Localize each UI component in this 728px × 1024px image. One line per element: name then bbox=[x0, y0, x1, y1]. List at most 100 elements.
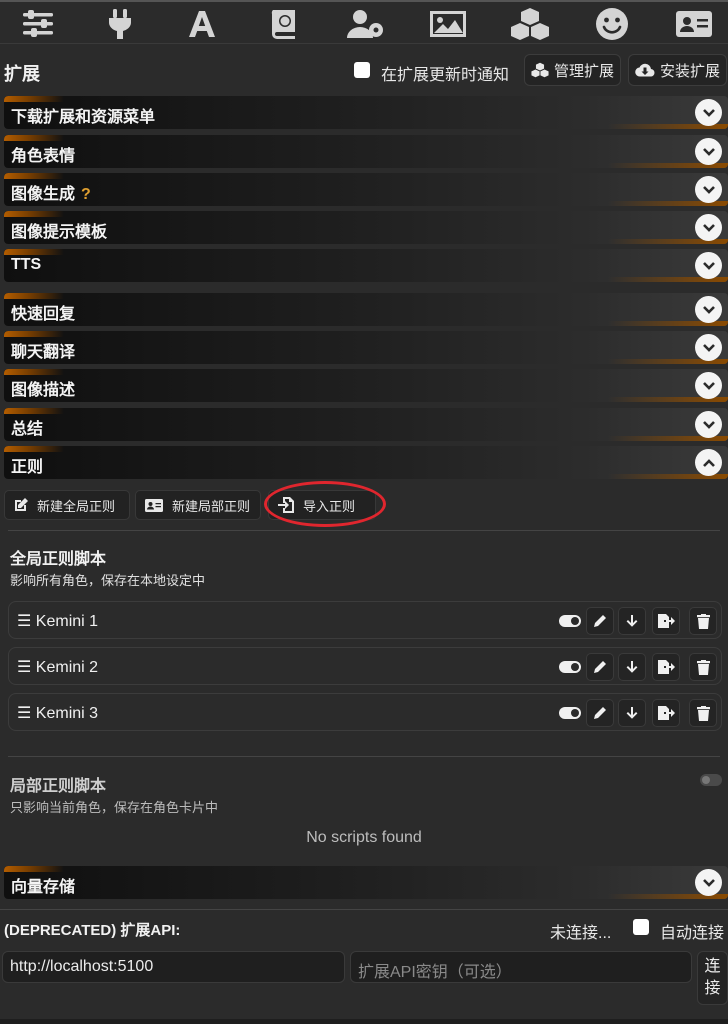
notify-label: 在扩展更新时通知 bbox=[381, 67, 510, 84]
file-export-icon[interactable] bbox=[652, 699, 680, 727]
plug-icon[interactable] bbox=[100, 6, 140, 42]
chevron-down-icon[interactable] bbox=[695, 99, 722, 126]
script-name-text: Kemini 2 bbox=[35, 659, 99, 676]
page-title: 扩展 bbox=[4, 64, 40, 84]
font-icon[interactable] bbox=[182, 6, 222, 42]
regex-script-row[interactable]: ☰ Kemini 2 bbox=[8, 647, 722, 685]
book-atlas-icon[interactable] bbox=[264, 6, 304, 42]
install-extension-label: 安装扩展 bbox=[660, 62, 721, 80]
chevron-down-icon[interactable] bbox=[695, 869, 722, 896]
install-extension-button[interactable]: 安装扩展 bbox=[628, 54, 728, 86]
drawer-image-generation[interactable]: 图像生成? bbox=[4, 173, 728, 206]
script-name-text: Kemini 1 bbox=[35, 613, 99, 630]
drawer-label: 正则 bbox=[11, 459, 44, 476]
trash-icon[interactable] bbox=[689, 607, 717, 635]
drawer-summarize[interactable]: 总结 bbox=[4, 408, 728, 441]
chevron-down-icon[interactable] bbox=[695, 252, 722, 279]
arrow-down-icon[interactable] bbox=[618, 653, 646, 681]
regex-script-row[interactable]: ☰ Kemini 3 bbox=[8, 693, 722, 731]
drawer-label: TTS bbox=[11, 256, 42, 273]
edit-icon[interactable] bbox=[586, 607, 614, 635]
local-regex-subtitle: 只影响当前角色，保存在角色卡片中 bbox=[10, 800, 219, 815]
top-navigation-bar bbox=[0, 0, 728, 44]
drawer-vector-storage[interactable]: 向量存储 bbox=[4, 866, 728, 899]
bottom-edge bbox=[0, 1019, 728, 1024]
drawer-label: 下载扩展和资源菜单 bbox=[11, 109, 156, 126]
divider bbox=[0, 909, 728, 910]
cubes-icon[interactable] bbox=[510, 6, 550, 42]
manage-extensions-button[interactable]: 管理扩展 bbox=[524, 54, 622, 86]
script-enable-toggle[interactable] bbox=[559, 615, 581, 627]
chevron-down-icon[interactable] bbox=[695, 138, 722, 165]
connect-label-line1: 连 bbox=[704, 958, 721, 975]
drawer-tts[interactable]: TTS bbox=[4, 249, 728, 282]
script-enable-toggle[interactable] bbox=[559, 707, 581, 719]
script-name: ☰ Kemini 1 bbox=[17, 613, 99, 630]
script-enable-toggle[interactable] bbox=[559, 661, 581, 673]
drawer-quick-reply[interactable]: 快速回复 bbox=[4, 293, 728, 326]
chevron-down-icon[interactable] bbox=[695, 214, 722, 241]
face-smile-icon[interactable] bbox=[592, 6, 632, 42]
notify-checkbox[interactable] bbox=[354, 62, 370, 78]
auto-connect-checkbox[interactable] bbox=[633, 919, 649, 935]
local-regex-toggle[interactable] bbox=[700, 774, 722, 786]
divider bbox=[8, 756, 720, 757]
arrow-down-icon[interactable] bbox=[618, 699, 646, 727]
address-card-icon bbox=[145, 498, 163, 512]
user-gear-icon[interactable] bbox=[346, 6, 386, 42]
new-global-regex-button[interactable]: 新建全局正则 bbox=[4, 490, 130, 520]
auto-connect-label: 自动连接 bbox=[660, 925, 725, 942]
drawer-label: 图像描述 bbox=[11, 382, 76, 399]
cloud-download-icon bbox=[635, 63, 655, 77]
drawer-label: 图像提示模板 bbox=[11, 224, 108, 241]
connect-label-line2: 接 bbox=[704, 980, 721, 997]
drawer-regex[interactable]: 正则 bbox=[4, 446, 728, 479]
script-name-text: Kemini 3 bbox=[35, 705, 99, 722]
address-card-icon[interactable] bbox=[674, 6, 714, 42]
file-export-icon[interactable] bbox=[652, 653, 680, 681]
image-icon[interactable] bbox=[428, 6, 468, 42]
chevron-down-icon[interactable] bbox=[695, 176, 722, 203]
chevron-down-icon[interactable] bbox=[695, 334, 722, 361]
script-name: ☰ Kemini 2 bbox=[17, 659, 99, 676]
drawer-image-captioning[interactable]: 图像描述 bbox=[4, 369, 728, 402]
drawer-image-prompt-templates[interactable]: 图像提示模板 bbox=[4, 211, 728, 244]
drawer-download-extensions[interactable]: 下载扩展和资源菜单 bbox=[4, 96, 728, 129]
drawer-label: 快速回复 bbox=[11, 306, 76, 323]
extensions-api-title: (DEPRECATED) 扩展API: bbox=[4, 922, 181, 939]
cubes-icon bbox=[531, 62, 549, 78]
api-key-input[interactable]: 扩展API密钥（可选） bbox=[350, 951, 692, 983]
drawer-label: 总结 bbox=[11, 421, 44, 438]
trash-icon[interactable] bbox=[689, 653, 717, 681]
file-export-icon[interactable] bbox=[652, 607, 680, 635]
chevron-up-icon[interactable] bbox=[695, 449, 722, 476]
regex-script-row[interactable]: ☰ Kemini 1 bbox=[8, 601, 722, 639]
drawer-character-expressions[interactable]: 角色表情 bbox=[4, 135, 728, 168]
arrow-down-icon[interactable] bbox=[618, 607, 646, 635]
connect-button[interactable]: 连 接 bbox=[697, 951, 728, 1005]
new-local-regex-label: 新建局部正则 bbox=[172, 498, 251, 514]
drawer-label: 角色表情 bbox=[11, 148, 76, 165]
new-local-regex-button[interactable]: 新建局部正则 bbox=[135, 490, 261, 520]
help-icon[interactable]: ? bbox=[81, 186, 91, 203]
new-global-regex-label: 新建全局正则 bbox=[37, 498, 116, 514]
api-connection-status: 未连接... bbox=[550, 925, 612, 942]
manage-extensions-label: 管理扩展 bbox=[554, 62, 615, 80]
trash-icon[interactable] bbox=[689, 699, 717, 727]
drawer-label: 聊天翻译 bbox=[11, 344, 76, 361]
api-url-input[interactable]: http://localhost:5100 bbox=[2, 951, 345, 983]
chevron-down-icon[interactable] bbox=[695, 296, 722, 323]
drawer-chat-translation[interactable]: 聊天翻译 bbox=[4, 331, 728, 364]
drawer-label: 向量存储 bbox=[11, 879, 76, 896]
global-regex-subtitle: 影响所有角色，保存在本地设定中 bbox=[10, 573, 206, 588]
drawer-label: 图像生成? bbox=[11, 180, 91, 204]
script-name: ☰ Kemini 3 bbox=[17, 705, 99, 722]
edit-icon[interactable] bbox=[586, 699, 614, 727]
chevron-down-icon[interactable] bbox=[695, 372, 722, 399]
chevron-down-icon[interactable] bbox=[695, 411, 722, 438]
pen-to-square-icon bbox=[15, 498, 28, 511]
sliders-icon[interactable] bbox=[18, 6, 58, 42]
edit-icon[interactable] bbox=[586, 653, 614, 681]
drawer-label-text: 图像生成 bbox=[11, 186, 76, 203]
extensions-header: 扩展 在扩展更新时通知 管理扩展 安装扩展 bbox=[0, 52, 728, 88]
